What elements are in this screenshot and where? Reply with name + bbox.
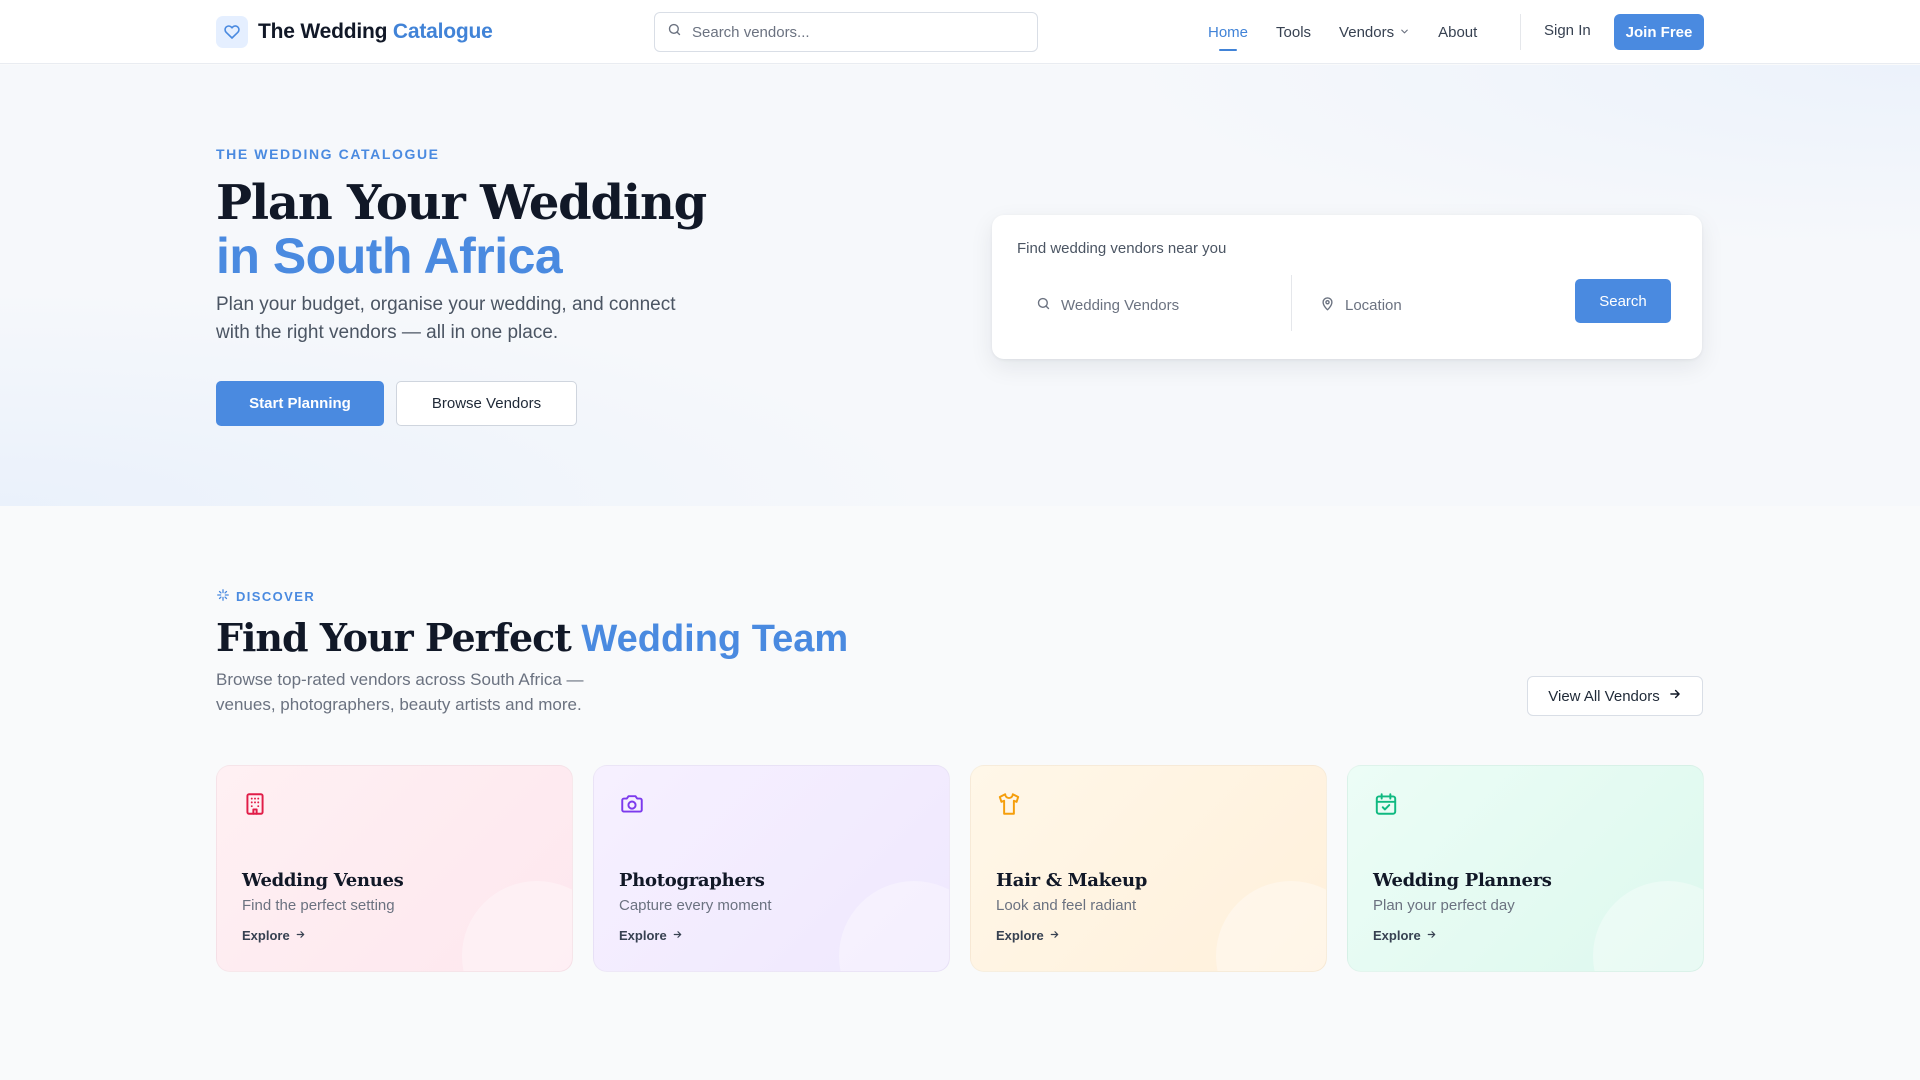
brand[interactable]: The Wedding Catalogue [216, 15, 493, 49]
card-explore-link[interactable]: Explore [1373, 928, 1437, 943]
hero-eyebrow: THE WEDDING CATALOGUE [216, 146, 440, 162]
explore-label: Explore [996, 928, 1044, 943]
sparkle-icon [216, 588, 230, 605]
discover-subtitle: Browse top-rated vendors across South Af… [216, 670, 584, 714]
category-card-planners[interactable]: Wedding Planners Plan your perfect day E… [1347, 765, 1704, 972]
hero-section: THE WEDDING CATALOGUE Plan Your Wedding … [0, 65, 1920, 506]
discover-title-accent: Wedding Team [581, 618, 849, 660]
category-card-hair-makeup[interactable]: Hair & Makeup Look and feel radiant Expl… [970, 765, 1327, 972]
category-card-photographers[interactable]: Photographers Capture every moment Explo… [593, 765, 950, 972]
vendor-type-input[interactable] [1061, 296, 1261, 314]
arrow-right-icon [1049, 928, 1060, 943]
card-title: Wedding Venues [242, 870, 404, 891]
view-all-vendors-button[interactable]: View All Vendors [1527, 676, 1703, 716]
card-title: Photographers [619, 870, 765, 891]
brand-name-accent: Catalogue [392, 20, 493, 43]
vendor-finder-card: Find wedding vendors near you Search [992, 215, 1702, 359]
browse-vendors-button[interactable]: Browse Vendors [396, 381, 577, 426]
nav-about[interactable]: About [1438, 24, 1477, 41]
brand-name-prefix: The Wedding [258, 20, 388, 43]
discover-eyebrow-label: DISCOVER [236, 589, 316, 604]
explore-label: Explore [619, 928, 667, 943]
search-input[interactable] [692, 23, 1012, 41]
nav-vendors[interactable]: Vendors [1339, 24, 1410, 41]
join-free-button[interactable]: Join Free [1614, 14, 1704, 50]
card-explore-link[interactable]: Explore [242, 928, 306, 943]
view-all-label: View All Vendors [1548, 687, 1660, 705]
card-title: Hair & Makeup [996, 870, 1148, 891]
card-description: Plan your perfect day [1373, 897, 1515, 914]
discover-title-main: Find Your Perfect [216, 615, 572, 660]
finder-title: Find wedding vendors near you [1017, 240, 1227, 257]
card-explore-link[interactable]: Explore [619, 928, 683, 943]
location-field[interactable] [1320, 277, 1545, 333]
heart-icon [216, 16, 248, 48]
discover-title: Find Your Perfect Wedding Team [216, 614, 848, 663]
card-description: Capture every moment [619, 897, 772, 914]
top-navbar: The Wedding Catalogue Home Tools Vendors… [0, 0, 1920, 64]
nav-vendors-label: Vendors [1339, 23, 1395, 41]
brand-name: The Wedding Catalogue [258, 20, 493, 44]
header-search[interactable] [654, 12, 1038, 52]
explore-label: Explore [242, 928, 290, 943]
card-description: Look and feel radiant [996, 897, 1137, 914]
camera-icon [619, 791, 645, 817]
search-icon [1036, 296, 1051, 315]
card-description: Find the perfect setting [242, 897, 395, 914]
arrow-right-icon [295, 928, 306, 943]
location-input[interactable] [1345, 296, 1545, 314]
hero-title-accent: in South Africa [216, 228, 563, 284]
nav-tools[interactable]: Tools [1276, 24, 1311, 41]
search-icon [667, 22, 682, 42]
nav-divider [1520, 14, 1521, 50]
shirt-icon [996, 791, 1022, 817]
calendar-check-icon [1373, 791, 1399, 817]
card-explore-link[interactable]: Explore [996, 928, 1060, 943]
discover-eyebrow: DISCOVER [216, 588, 315, 605]
building-icon [242, 791, 268, 817]
arrow-right-icon [1668, 687, 1682, 705]
map-pin-icon [1320, 296, 1335, 315]
main-nav: Home Tools Vendors About [1208, 0, 1505, 64]
hero-subtitle: Plan your budget, organise your wedding,… [216, 294, 676, 343]
sign-in-link[interactable]: Sign In [1544, 22, 1591, 39]
arrow-right-icon [1426, 928, 1437, 943]
category-card-venues[interactable]: Wedding Venues Find the perfect setting … [216, 765, 573, 972]
finder-search-button[interactable]: Search [1575, 279, 1671, 323]
chevron-down-icon [1399, 24, 1410, 41]
vendor-type-field[interactable] [1036, 277, 1261, 333]
hero-title: Plan Your Wedding [216, 175, 707, 231]
explore-label: Explore [1373, 928, 1421, 943]
arrow-right-icon [672, 928, 683, 943]
card-title: Wedding Planners [1373, 870, 1552, 891]
start-planning-button[interactable]: Start Planning [216, 381, 384, 426]
nav-home[interactable]: Home [1208, 24, 1248, 41]
finder-divider [1291, 275, 1292, 331]
